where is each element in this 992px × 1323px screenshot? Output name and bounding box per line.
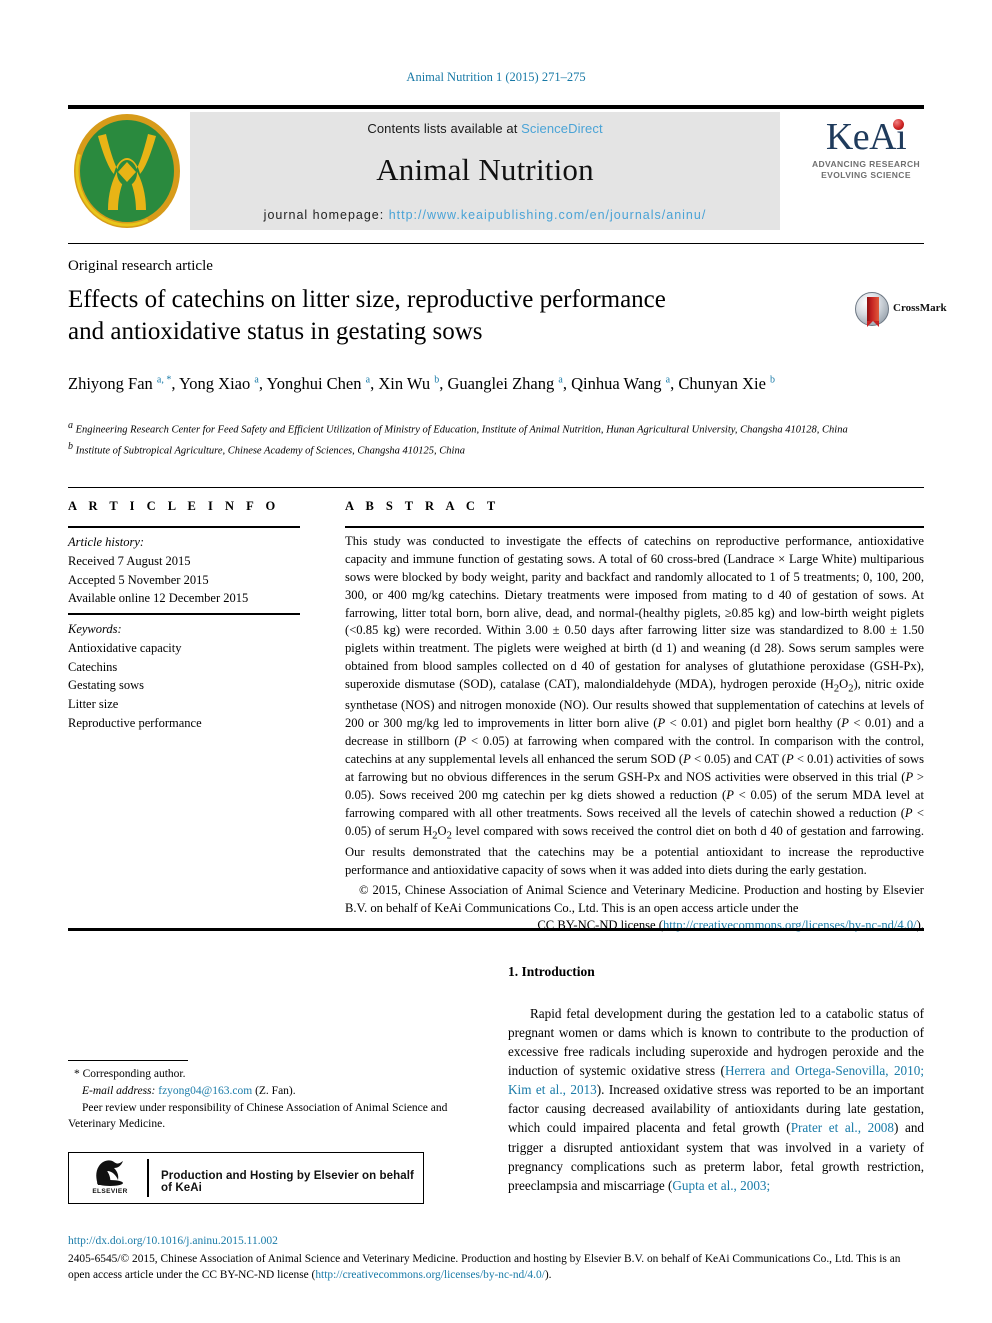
animal-nutrition-journal-logo-icon (68, 114, 186, 229)
peer-review-note: Peer review under responsibility of Chin… (68, 1101, 448, 1131)
keai-tagline: ADVANCING RESEARCH EVOLVING SCIENCE (808, 159, 924, 180)
article-available-online: Available online 12 December 2015 (68, 591, 249, 606)
introduction-section: 1. Introduction Rapid fetal development … (508, 962, 924, 1195)
keyword-item: Reproductive performance (68, 715, 202, 730)
affiliation-a-text: Engineering Research Center for Feed Saf… (75, 424, 848, 436)
abstract-bottom-rule (68, 928, 924, 931)
abstract-license: CC BY-NC-ND license (http://creativecomm… (345, 917, 924, 935)
affiliation-marker-a: a (68, 420, 73, 431)
affiliations: a Engineering Research Center for Feed S… (68, 418, 898, 460)
paper-page: Animal Nutrition 1 (2015) 271–275 Conten… (0, 0, 992, 1323)
article-accepted: Accepted 5 November 2015 (68, 572, 209, 587)
keai-tagline-line2: EVOLVING SCIENCE (821, 169, 911, 180)
abstract-copyright: © 2015, Chinese Association of Animal Sc… (345, 882, 924, 918)
introduction-paragraph: Rapid fetal development during the gesta… (508, 1005, 925, 1193)
footer-license-link[interactable]: http://creativecommons.org/licenses/by-n… (315, 1269, 544, 1281)
footer-license-suffix: ). (544, 1269, 552, 1282)
crossmark-badge[interactable]: CrossMark (855, 292, 947, 328)
email-suffix: (Z. Fan). (255, 1084, 296, 1097)
contents-prefix: Contents lists available at (367, 121, 522, 136)
article-info-rule (68, 526, 300, 528)
title-line-1: Effects of catechins on litter size, rep… (68, 286, 666, 313)
email-label: E-mail address: (82, 1084, 156, 1097)
footnotes-block: * Corresponding author. E-mail address: … (68, 1066, 488, 1133)
elsevier-wordmark: ELSEVIER (92, 1188, 128, 1195)
keai-wordmark: KeAi (826, 118, 907, 156)
crossmark-bookmark-icon (867, 297, 879, 327)
contents-available-line: Contents lists available at ScienceDirec… (190, 121, 780, 136)
keywords-rule (68, 613, 300, 615)
journal-homepage-link[interactable]: http://www.keaipublishing.com/en/journal… (389, 208, 707, 222)
article-type-label: Original research article (68, 258, 213, 274)
abstract-heading: A B S T R A C T (345, 499, 500, 513)
crossmark-disc-icon (855, 292, 889, 327)
keywords-block: Keywords: Antioxidative capacity Catechi… (68, 620, 308, 733)
doi-link[interactable]: http://dx.doi.org/10.1016/j.aninu.2015.1… (68, 1235, 278, 1247)
banner-top-rule (68, 105, 924, 109)
introduction-heading: 1. Introduction (508, 964, 595, 979)
elsevier-logo: ELSEVIER (79, 1157, 141, 1201)
article-history-block: Article history: Received 7 August 2015 … (68, 533, 308, 608)
email-link[interactable]: fzyong04@163.com (158, 1085, 252, 1097)
production-hosting-text: Production and Hosting by Elsevier on be… (161, 1170, 414, 1194)
issn-copyright-line: 2405-6545/© 2015, Chinese Association of… (68, 1251, 924, 1283)
banner-center: Contents lists available at ScienceDirec… (190, 112, 780, 230)
corresponding-author-note: * Corresponding author. (74, 1068, 186, 1080)
affiliation-b-text: Institute of Subtropical Agriculture, Ch… (75, 445, 465, 457)
abstract-copyright-text: © 2015, Chinese Association of Animal Sc… (345, 882, 924, 915)
running-head: Animal Nutrition 1 (2015) 271–275 (406, 70, 586, 84)
keyword-item: Gestating sows (68, 678, 145, 693)
abstract-rule (345, 526, 924, 528)
sciencedirect-link[interactable]: ScienceDirect (521, 121, 603, 136)
article-info-heading: A R T I C L E I N F O (68, 499, 280, 513)
keywords-label: Keywords: (68, 622, 122, 636)
abstract-body: This study was conducted to investigate … (345, 534, 924, 877)
affiliation-marker-b: b (68, 440, 73, 452)
production-box-divider (147, 1159, 149, 1197)
journal-title: Animal Nutrition (376, 152, 594, 187)
homepage-prefix: journal homepage: (263, 208, 389, 222)
keyword-item: Antioxidative capacity (68, 640, 182, 655)
title-line-2: and antioxidative status in gestating so… (68, 318, 483, 345)
keyword-item: Litter size (68, 697, 119, 711)
abstract-block: This study was conducted to investigate … (345, 533, 924, 935)
email-note: E-mail address: fzyong04@163.com (Z. Fan… (68, 1083, 488, 1100)
keyword-item: Catechins (68, 659, 118, 674)
journal-homepage-line: journal homepage: http://www.keaipublish… (190, 208, 780, 222)
crossmark-label: CrossMark (893, 302, 947, 314)
keai-tagline-line1: ADVANCING RESEARCH (811, 159, 921, 169)
page-title: Effects of catechins on litter size, rep… (68, 284, 808, 348)
affiliation-a: a Engineering Research Center for Feed S… (68, 418, 898, 439)
elsevier-tree-icon (90, 1157, 130, 1187)
info-abstract-top-rule (68, 487, 924, 488)
banner-bottom-rule (68, 243, 924, 244)
journal-banner: Contents lists available at ScienceDirec… (68, 112, 924, 230)
production-hosting-box: ELSEVIER Production and Hosting by Elsev… (68, 1152, 424, 1204)
keai-publisher-logo: KeAi ADVANCING RESEARCH EVOLVING SCIENCE (808, 118, 924, 224)
affiliation-b: b Institute of Subtropical Agriculture, … (68, 439, 898, 460)
article-received: Received 7 August 2015 (68, 553, 191, 568)
author-list: Zhiyong Fan a, *, Yong Xiao a, Yonghui C… (68, 374, 776, 393)
article-history-label: Article history: (68, 535, 145, 549)
footnote-rule (68, 1060, 188, 1061)
